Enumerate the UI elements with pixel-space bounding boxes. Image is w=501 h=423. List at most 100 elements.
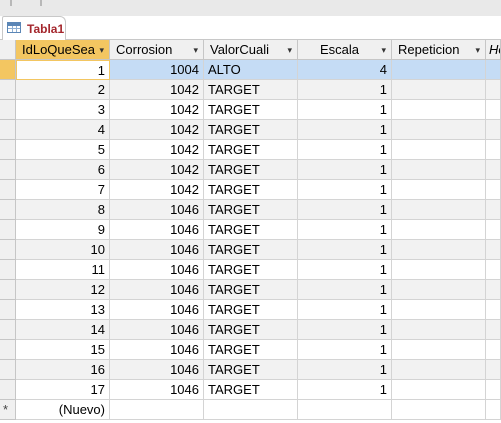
cell-repeticion[interactable] — [392, 220, 486, 240]
cell-corrosion[interactable]: 1042 — [110, 100, 204, 120]
cell-escala[interactable]: 1 — [298, 380, 392, 400]
cell-ho[interactable] — [486, 320, 501, 340]
record-selector[interactable] — [0, 80, 16, 100]
cell-valorcuali[interactable]: TARGET — [204, 120, 298, 140]
cell-valorcuali[interactable]: TARGET — [204, 100, 298, 120]
record-selector[interactable] — [0, 300, 16, 320]
cell-escala[interactable]: 1 — [298, 340, 392, 360]
record-selector[interactable] — [0, 160, 16, 180]
cell-idloquesea[interactable]: 6 — [16, 160, 110, 180]
cell-escala[interactable]: 1 — [298, 280, 392, 300]
cell-corrosion[interactable]: 1046 — [110, 300, 204, 320]
cell-valorcuali[interactable]: TARGET — [204, 280, 298, 300]
cell-ho[interactable] — [486, 180, 501, 200]
cell-ho[interactable] — [486, 160, 501, 180]
cell-valorcuali[interactable]: TARGET — [204, 360, 298, 380]
cell-escala[interactable]: 1 — [298, 80, 392, 100]
cell-corrosion[interactable]: 1046 — [110, 200, 204, 220]
cell-repeticion[interactable] — [392, 60, 486, 80]
cell-idloquesea[interactable]: 9 — [16, 220, 110, 240]
cell-escala[interactable]: 1 — [298, 120, 392, 140]
record-selector[interactable] — [0, 140, 16, 160]
cell-ho[interactable] — [486, 100, 501, 120]
table-row[interactable]: 1 1004 ALTO 4 — [0, 60, 501, 80]
cell-ho[interactable] — [486, 280, 501, 300]
cell-repeticion[interactable] — [392, 320, 486, 340]
new-record-row[interactable]: * (Nuevo) — [0, 400, 501, 420]
table-row[interactable]: 8 1046 TARGET 1 — [0, 200, 501, 220]
cell-idloquesea[interactable]: 17 — [16, 380, 110, 400]
record-selector[interactable] — [0, 60, 16, 80]
cell-corrosion[interactable]: 1042 — [110, 180, 204, 200]
cell-idloquesea[interactable]: 14 — [16, 320, 110, 340]
record-selector[interactable] — [0, 280, 16, 300]
cell-repeticion[interactable] — [392, 100, 486, 120]
cell-repeticion[interactable] — [392, 180, 486, 200]
tab-tabla1[interactable]: Tabla1 — [2, 16, 66, 40]
sort-filter-icon[interactable]: ▾ — [287, 41, 292, 59]
cell-ho[interactable] — [486, 260, 501, 280]
cell-corrosion[interactable]: 1042 — [110, 160, 204, 180]
cell-escala[interactable]: 1 — [298, 240, 392, 260]
table-row[interactable]: 5 1042 TARGET 1 — [0, 140, 501, 160]
cell-valorcuali[interactable]: TARGET — [204, 140, 298, 160]
cell-valorcuali[interactable]: TARGET — [204, 240, 298, 260]
cell-ho[interactable] — [486, 120, 501, 140]
cell-idloquesea[interactable]: 16 — [16, 360, 110, 380]
column-header-repeticion[interactable]: Repeticion ▾ — [392, 40, 486, 60]
cell-escala[interactable]: 1 — [298, 200, 392, 220]
record-selector[interactable] — [0, 260, 16, 280]
cell-ho[interactable] — [486, 140, 501, 160]
sort-filter-icon[interactable]: ▾ — [475, 41, 480, 59]
cell-corrosion[interactable]: 1046 — [110, 320, 204, 340]
cell-idloquesea[interactable]: 10 — [16, 240, 110, 260]
record-selector[interactable] — [0, 220, 16, 240]
cell-idloquesea[interactable]: 4 — [16, 120, 110, 140]
cell-valorcuali[interactable]: TARGET — [204, 300, 298, 320]
cell-corrosion[interactable]: 1046 — [110, 380, 204, 400]
cell-escala[interactable]: 1 — [298, 160, 392, 180]
cell-valorcuali[interactable]: TARGET — [204, 180, 298, 200]
sort-filter-icon[interactable]: ▾ — [99, 41, 104, 59]
cell-ho[interactable] — [486, 380, 501, 400]
cell-valorcuali[interactable]: TARGET — [204, 80, 298, 100]
cell-repeticion[interactable] — [392, 240, 486, 260]
cell-valorcuali[interactable]: TARGET — [204, 160, 298, 180]
cell-corrosion[interactable]: 1046 — [110, 260, 204, 280]
record-selector[interactable] — [0, 380, 16, 400]
cell-idloquesea[interactable]: 1 — [16, 60, 110, 80]
cell-idloquesea[interactable]: 13 — [16, 300, 110, 320]
table-row[interactable]: 10 1046 TARGET 1 — [0, 240, 501, 260]
cell-valorcuali[interactable]: TARGET — [204, 200, 298, 220]
cell-repeticion[interactable] — [392, 160, 486, 180]
cell-valorcuali[interactable]: TARGET — [204, 380, 298, 400]
cell-repeticion[interactable] — [392, 300, 486, 320]
cell-ho[interactable] — [486, 200, 501, 220]
record-selector[interactable] — [0, 120, 16, 140]
cell-repeticion[interactable] — [392, 140, 486, 160]
cell-ho[interactable] — [486, 360, 501, 380]
cell-ho[interactable] — [486, 240, 501, 260]
cell-ho[interactable] — [486, 80, 501, 100]
table-row[interactable]: 16 1046 TARGET 1 — [0, 360, 501, 380]
cell-idloquesea[interactable]: 3 — [16, 100, 110, 120]
cell-valorcuali[interactable]: TARGET — [204, 260, 298, 280]
cell-repeticion[interactable] — [392, 400, 486, 420]
cell-escala[interactable]: 1 — [298, 140, 392, 160]
cell-repeticion[interactable] — [392, 260, 486, 280]
record-selector[interactable] — [0, 200, 16, 220]
table-row[interactable]: 2 1042 TARGET 1 — [0, 80, 501, 100]
cell-corrosion[interactable]: 1046 — [110, 240, 204, 260]
table-row[interactable]: 17 1046 TARGET 1 — [0, 380, 501, 400]
cell-corrosion[interactable]: 1004 — [110, 60, 204, 80]
cell-idloquesea[interactable]: 15 — [16, 340, 110, 360]
cell-ho[interactable] — [486, 400, 501, 420]
record-selector[interactable] — [0, 340, 16, 360]
cell-escala[interactable]: 1 — [298, 220, 392, 240]
cell-escala[interactable]: 1 — [298, 300, 392, 320]
table-row[interactable]: 6 1042 TARGET 1 — [0, 160, 501, 180]
cell-valorcuali[interactable]: ALTO — [204, 60, 298, 80]
cell-corrosion[interactable]: 1046 — [110, 220, 204, 240]
table-row[interactable]: 14 1046 TARGET 1 — [0, 320, 501, 340]
column-header-valorcuali[interactable]: ValorCuali ▾ — [204, 40, 298, 60]
